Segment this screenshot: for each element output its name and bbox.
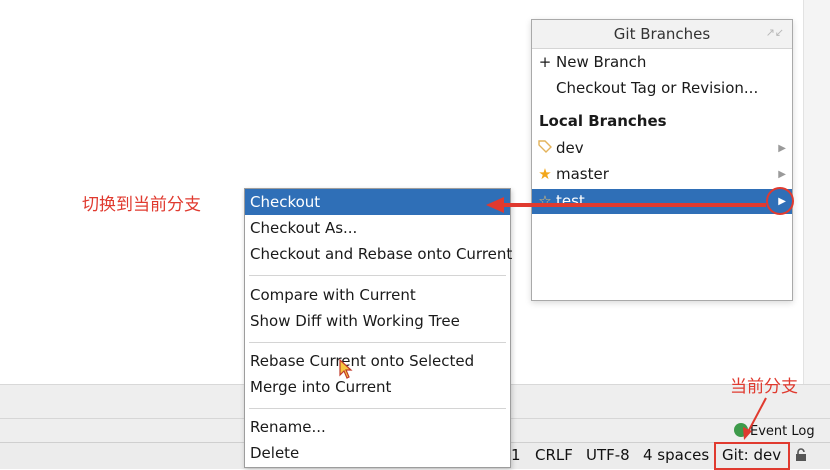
menu-label-rename: Rename...: [250, 418, 326, 436]
menu-label-compare: Compare with Current: [250, 286, 416, 304]
editor-scroll-gutter: [803, 0, 830, 395]
menu-item-checkout-rebase[interactable]: Checkout and Rebase onto Current: [245, 241, 513, 267]
menu-label-rebase: Rebase Current onto Selected: [250, 352, 475, 370]
branch-name-dev: dev: [556, 139, 584, 157]
submenu-arrow-icon: ▶: [778, 169, 786, 180]
checkout-tag-label: Checkout Tag or Revision...: [556, 79, 759, 97]
lock-icon[interactable]: [795, 448, 807, 462]
status-encoding[interactable]: UTF-8: [586, 446, 630, 464]
menu-item-merge[interactable]: Merge into Current: [245, 374, 510, 400]
star-outline-icon: ☆: [538, 192, 552, 210]
menu-item-rename[interactable]: Rename...: [245, 414, 510, 440]
menu-label-delete: Delete: [250, 444, 300, 462]
submenu-arrow-highlight-circle: [766, 187, 794, 215]
tag-icon: [538, 136, 552, 161]
new-branch-item[interactable]: + New Branch: [532, 50, 792, 75]
menu-item-compare[interactable]: Compare with Current: [245, 282, 510, 308]
menu-label-checkout-rebase: Checkout and Rebase onto Current: [250, 245, 513, 263]
git-branches-popup: Git Branches ↗↙ + New Branch Checkout Ta…: [531, 19, 793, 301]
status-line-separator[interactable]: CRLF: [535, 446, 573, 464]
local-branches-label: Local Branches: [539, 112, 667, 130]
menu-item-checkout-as[interactable]: Checkout As...: [245, 215, 510, 241]
event-log-icon: [734, 423, 748, 437]
menu-item-checkout[interactable]: Checkout: [245, 189, 510, 215]
menu-separator: [249, 275, 506, 276]
branch-item-test[interactable]: ☆ test ▶: [532, 189, 792, 214]
branch-name-test: test: [556, 192, 585, 210]
popup-title: Git Branches: [532, 20, 792, 49]
menu-separator: [249, 408, 506, 409]
local-branches-heading: Local Branches: [532, 109, 792, 134]
checkout-tag-item[interactable]: Checkout Tag or Revision...: [532, 76, 792, 101]
menu-label-merge: Merge into Current: [250, 378, 392, 396]
branch-item-master[interactable]: ★ master ▶: [532, 162, 792, 187]
annotation-current-branch: 当前分支: [730, 377, 798, 397]
plus-icon: +: [538, 53, 552, 71]
menu-item-show-diff[interactable]: Show Diff with Working Tree: [245, 308, 510, 334]
pin-icon[interactable]: ↗↙: [766, 26, 784, 39]
menu-label-checkout-as: Checkout As...: [250, 219, 358, 237]
status-indent[interactable]: 4 spaces: [643, 446, 709, 464]
git-branch-highlight-box: [714, 442, 790, 470]
event-log-button[interactable]: Event Log: [734, 423, 815, 439]
menu-item-rebase[interactable]: Rebase Current onto Selected: [245, 348, 510, 374]
annotation-switch-branch: 切换到当前分支: [82, 195, 201, 215]
new-branch-label: New Branch: [556, 53, 647, 71]
branch-name-master: master: [556, 165, 609, 183]
menu-separator: [249, 342, 506, 343]
branch-actions-menu: Checkout Checkout As... Checkout and Reb…: [244, 188, 513, 468]
event-log-label: Event Log: [750, 424, 815, 439]
menu-label-show-diff: Show Diff with Working Tree: [250, 312, 460, 330]
status-line-number[interactable]: 1: [511, 446, 521, 464]
menu-label-checkout: Checkout: [250, 193, 321, 211]
submenu-arrow-icon: ▶: [778, 143, 786, 154]
menu-item-delete[interactable]: Delete: [245, 440, 510, 466]
branch-item-dev[interactable]: dev ▶: [532, 136, 792, 161]
mouse-cursor-icon: [339, 359, 353, 379]
star-filled-icon: ★: [538, 165, 552, 183]
